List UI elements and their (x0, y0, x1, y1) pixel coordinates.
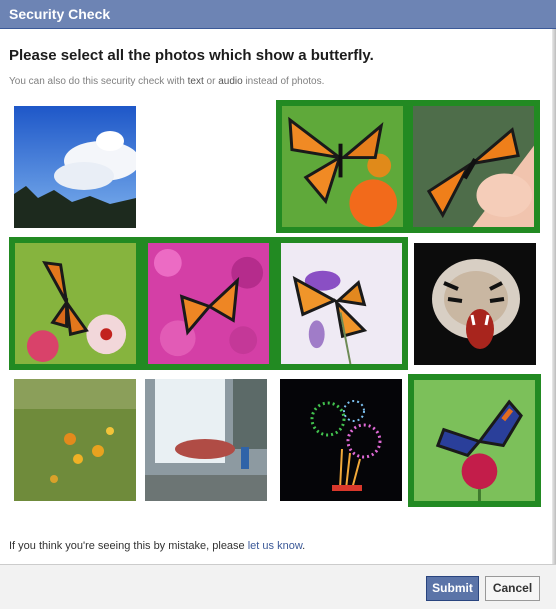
dialog-title: Security Check (9, 6, 111, 22)
sky-clouds-image (14, 106, 136, 228)
butterfly-on-purple-flower-image (281, 243, 402, 364)
photo-sky-clouds[interactable] (14, 106, 136, 228)
let-us-know-link[interactable]: let us know (248, 540, 302, 552)
photo-butterfly-on-purple-flower[interactable] (275, 237, 408, 370)
fireworks-image (280, 379, 402, 501)
footer-suffix: . (302, 540, 306, 552)
text-check-link[interactable]: text (188, 76, 204, 87)
tiger-image (414, 243, 536, 365)
footer-prefix: If you think you're seeing this by mista… (9, 540, 248, 552)
subtext-middle: or (203, 76, 219, 87)
wildflowers-image (14, 379, 136, 501)
butterfly-on-flower-image (282, 106, 403, 227)
subtext-after: instead of photos. (242, 76, 325, 87)
photo-butterfly-on-flower[interactable] (276, 100, 409, 233)
photo-butterfly-on-hand[interactable] (407, 100, 540, 233)
cancel-button[interactable]: Cancel (485, 576, 540, 601)
submit-button[interactable]: Submit (426, 576, 479, 601)
photo-waterfall[interactable] (145, 379, 267, 501)
dialog-titlebar: Security Check (0, 0, 556, 29)
dialog-right-edge (552, 29, 556, 565)
photo-butterfly-on-pink-flowers[interactable] (142, 237, 275, 370)
waterfall-image (145, 379, 267, 501)
instruction-subtext: You can also do this security check with… (9, 76, 324, 87)
photo-tiger[interactable] (414, 243, 536, 365)
footer-text: If you think you're seeing this by mista… (9, 540, 305, 552)
button-bar: Submit Cancel (0, 564, 556, 609)
instruction-heading: Please select all the photos which show … (9, 47, 374, 64)
butterfly-on-red-flower-image (414, 380, 535, 501)
subtext-before: You can also do this security check with (9, 76, 188, 87)
butterfly-on-pink-flowers-image (148, 243, 269, 364)
photo-wildflowers[interactable] (14, 379, 136, 501)
photo-fireworks[interactable] (280, 379, 402, 501)
photo-empty[interactable] (145, 106, 267, 228)
photo-butterfly-on-flowers[interactable] (9, 237, 142, 370)
audio-check-link[interactable]: audio (218, 76, 242, 87)
photo-butterfly-on-red-flower[interactable] (408, 374, 541, 507)
butterfly-on-hand-image (413, 106, 534, 227)
butterfly-on-flowers-image (15, 243, 136, 364)
